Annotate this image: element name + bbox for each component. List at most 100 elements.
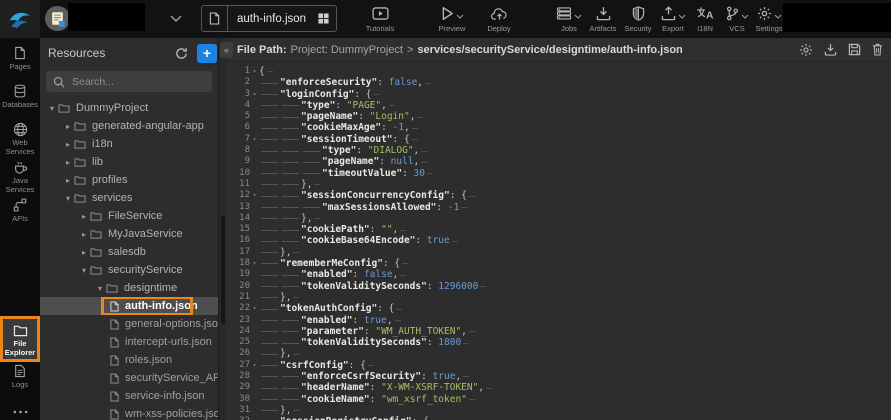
sidebar-item-logs[interactable]: Logs: [0, 360, 40, 398]
add-resource-button[interactable]: +: [197, 44, 217, 63]
open-file-tab[interactable]: auth-info.json: [201, 5, 337, 32]
tree-item-securityservice[interactable]: ▾securityService: [40, 261, 218, 279]
trash-icon[interactable]: [872, 43, 883, 56]
sidebar-item-java-services[interactable]: Java Services: [0, 156, 40, 194]
topbar-button-label: Tutorials: [366, 24, 394, 33]
chevron-expanded-icon[interactable]: ▾: [46, 104, 58, 113]
topbar-button-settings[interactable]: Settings: [752, 0, 786, 38]
app-logo[interactable]: [0, 0, 40, 38]
fold-toggle-icon[interactable]: ▾: [250, 416, 259, 420]
wavemaker-studio-window: auth-info.json Tutorials Preview Deploy Job…: [0, 0, 891, 420]
topbar-button-i18n[interactable]: AI18N: [692, 0, 718, 38]
fold-toggle-icon[interactable]: ▾: [250, 89, 259, 100]
tree-item-profiles[interactable]: ▸profiles: [40, 171, 218, 189]
sidebar-item-web-services[interactable]: Web Services: [0, 118, 40, 156]
tree-item-fileservice[interactable]: ▸ FileService: [40, 207, 218, 225]
chevron-collapsed-icon[interactable]: ▸: [62, 176, 74, 185]
collapse-panel-button[interactable]: «: [220, 42, 233, 58]
tree-item-salesdb[interactable]: ▸salesdb: [40, 243, 218, 261]
tree-item-general-options-json[interactable]: general-options.json: [40, 315, 218, 333]
topbar-button-label: Deploy: [487, 24, 510, 33]
indent-whitespace: [259, 360, 280, 370]
fold-gutter: [250, 202, 259, 213]
sidebar-item-apis[interactable]: APIs: [0, 194, 40, 232]
tree-item-securityservice-api-json[interactable]: securityService_API.json: [40, 369, 218, 387]
indent-whitespace: [259, 247, 280, 257]
chevron-collapsed-icon[interactable]: ▸: [62, 158, 74, 167]
resources-scrollbar[interactable]: [218, 38, 226, 420]
tree-item-service-info-json[interactable]: service-info.json: [40, 387, 218, 405]
chevron-collapsed-icon[interactable]: ▸: [78, 212, 90, 221]
chevron-collapsed-icon[interactable]: ▸: [62, 140, 74, 149]
chevron-expanded-icon[interactable]: ▾: [62, 194, 74, 203]
indent-whitespace: [280, 338, 301, 348]
sidebar-item-file-explorer[interactable]: File Explorer: [3, 318, 37, 360]
fold-gutter: [250, 382, 259, 393]
trailing-whitespace: [467, 326, 476, 336]
indent-whitespace: [259, 225, 280, 235]
chevron-collapsed-icon[interactable]: ▸: [78, 230, 90, 239]
tree-item-label: FileService: [108, 210, 162, 222]
topbar-button-export[interactable]: Export: [656, 0, 690, 38]
file-path-label: File Path:: [237, 44, 287, 56]
tree-item-lib[interactable]: ▸lib: [40, 153, 218, 171]
tree-item-generated-angular-app[interactable]: ▸generated-angular-app: [40, 117, 218, 135]
download-icon[interactable]: [824, 43, 837, 56]
fold-toggle-icon[interactable]: ▾: [250, 303, 259, 314]
grid-icon[interactable]: [318, 13, 336, 24]
fold-gutter: [250, 77, 259, 88]
sidebar-item-databases[interactable]: Databases: [0, 80, 40, 118]
fold-toggle-icon[interactable]: ▾: [250, 66, 259, 77]
chevron-collapsed-icon[interactable]: ▸: [62, 122, 74, 131]
tree-item-label: intercept-urls.json: [125, 336, 212, 348]
code-line-26: 26},: [226, 348, 891, 359]
pages-icon: [14, 45, 26, 61]
refresh-icon[interactable]: [175, 47, 188, 60]
topbar-button-tutorials[interactable]: Tutorials: [360, 0, 400, 38]
fold-toggle-icon[interactable]: ▾: [250, 258, 259, 269]
topbar-button-deploy[interactable]: Deploy: [480, 0, 518, 38]
tree-item-dummyproject[interactable]: ▾DummyProject: [40, 99, 218, 117]
topbar-button-label: VCS: [729, 24, 744, 33]
sidebar-item-pages[interactable]: Pages: [0, 42, 40, 80]
fold-toggle-icon[interactable]: ▾: [250, 134, 259, 145]
code-editor[interactable]: 1▾{2"enforceSecurity": false,3▾"loginCon…: [226, 62, 891, 420]
tree-item-intercept-urls-json[interactable]: intercept-urls.json: [40, 333, 218, 351]
fold-toggle-icon[interactable]: ▾: [250, 190, 259, 201]
project-chevron-down-icon[interactable]: [170, 15, 182, 22]
topbar-button-preview[interactable]: Preview: [430, 0, 474, 38]
fold-toggle-icon[interactable]: ▾: [250, 360, 259, 371]
chevron-collapsed-icon[interactable]: ▸: [78, 248, 90, 257]
indent-whitespace: [259, 281, 280, 291]
tree-item-label: roles.json: [125, 354, 172, 366]
topbar-button-label: Artifacts: [589, 24, 616, 33]
search-box[interactable]: [46, 71, 212, 92]
topbar-button-vcs[interactable]: VCS: [722, 0, 752, 38]
project-icon[interactable]: [44, 5, 71, 32]
chevron-expanded-icon[interactable]: ▾: [94, 284, 106, 293]
file-actions: [799, 43, 883, 57]
folder-icon: [13, 322, 28, 338]
tree-item-services[interactable]: ▾services: [40, 189, 218, 207]
tree-item-designtime[interactable]: ▾designtime: [40, 279, 218, 297]
save-icon[interactable]: [848, 43, 861, 56]
tree-item-roles-json[interactable]: roles.json: [40, 351, 218, 369]
indent-whitespace: [280, 134, 301, 144]
topbar-button-jobs[interactable]: Jobs: [552, 0, 586, 38]
scrollbar-thumb[interactable]: [221, 216, 225, 324]
line-number: 18: [226, 258, 250, 269]
code-line-12: 12▾"sessionConcurrencyConfig": {: [226, 190, 891, 201]
line-number: 26: [226, 348, 250, 359]
tree-item-myjavaservice[interactable]: ▸MyJavaService: [40, 225, 218, 243]
sidebar-item-more[interactable]: [0, 398, 40, 418]
gear-icon[interactable]: [799, 43, 813, 57]
tree-item-i18n[interactable]: ▸i18n: [40, 135, 218, 153]
topbar: auth-info.json Tutorials Preview Deploy Job…: [0, 0, 891, 38]
chevron-expanded-icon[interactable]: ▾: [78, 266, 90, 275]
topbar-button-security[interactable]: Security: [622, 0, 654, 38]
search-input[interactable]: [70, 75, 205, 89]
tree-item-wm-xss-policies-json[interactable]: wm-xss-policies.json: [40, 405, 218, 420]
topbar-button-artifacts[interactable]: Artifacts: [586, 0, 620, 38]
folder-icon: [74, 175, 86, 185]
tree-item-auth-info-json[interactable]: auth-info.json: [40, 297, 218, 315]
